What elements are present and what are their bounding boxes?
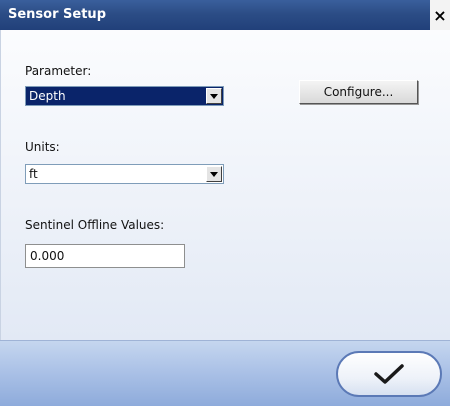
units-label: Units: [25, 140, 60, 154]
checkmark-icon [374, 364, 404, 384]
sentinel-offline-values-text: 0.000 [30, 249, 65, 263]
dropdown-arrow-icon[interactable] [206, 88, 222, 104]
window-title: Sensor Setup [8, 7, 106, 22]
dialog-footer [0, 340, 450, 406]
units-select[interactable]: ft [25, 164, 224, 184]
close-button[interactable]: × [430, 0, 450, 30]
parameter-select[interactable]: Depth [25, 86, 224, 106]
units-select-value: ft [29, 167, 38, 181]
sensor-setup-dialog: Sensor Setup × Parameter: Depth Units: f… [0, 0, 450, 406]
parameter-label: Parameter: [25, 64, 92, 78]
sentinel-offline-values-input[interactable]: 0.000 [25, 244, 185, 268]
ok-button[interactable] [336, 351, 442, 397]
parameter-select-value: Depth [29, 89, 66, 103]
title-bar: Sensor Setup [0, 0, 450, 30]
dialog-content: Parameter: Depth Units: ft Sentinel Offl… [0, 30, 450, 340]
dropdown-arrow-icon[interactable] [206, 166, 222, 182]
sentinel-offline-values-label: Sentinel Offline Values: [25, 218, 165, 232]
configure-button[interactable]: Configure... [299, 80, 418, 104]
close-icon: × [433, 5, 447, 25]
